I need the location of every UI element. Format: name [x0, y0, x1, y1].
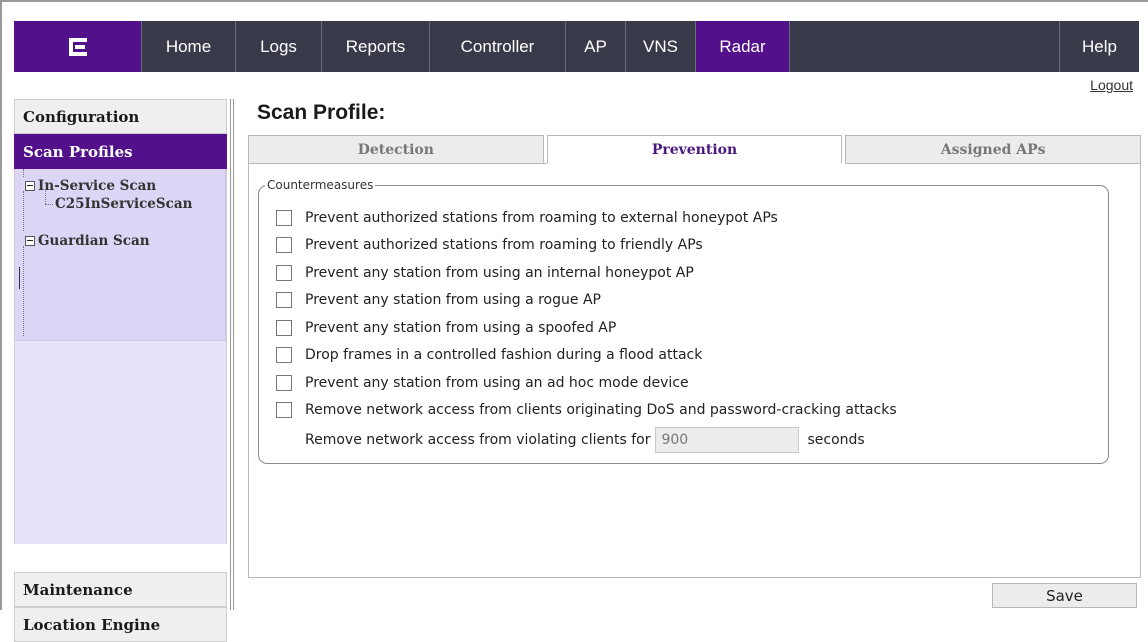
text-caret — [19, 267, 20, 289]
tab-prevention[interactable]: Prevention — [546, 135, 843, 164]
option-label: Prevent authorized stations from roaming… — [305, 237, 703, 253]
brand-logo[interactable] — [14, 21, 142, 72]
tree-panel — [15, 169, 226, 341]
tree-line — [23, 191, 24, 231]
nav-ap[interactable]: AP — [566, 21, 626, 72]
option-checkbox[interactable] — [276, 320, 292, 336]
sidebar-configuration[interactable]: Configuration — [14, 99, 227, 134]
sidebar-location-engine[interactable]: Location Engine — [14, 607, 227, 642]
nav-help[interactable]: Help — [1060, 21, 1139, 72]
tree-node-label: C25InServiceScan — [55, 196, 193, 212]
option-row: Prevent any station from using a spoofed… — [276, 320, 616, 336]
tab-bar: Detection Prevention Assigned APs — [248, 135, 1142, 164]
sidebar-maintenance[interactable]: Maintenance — [14, 572, 227, 607]
option-checkbox[interactable] — [276, 265, 292, 281]
option-row: Remove network access from clients origi… — [276, 402, 897, 418]
option-row: Drop frames in a controlled fashion duri… — [276, 347, 702, 363]
nav-radar[interactable]: Radar — [696, 21, 790, 72]
collapse-icon[interactable] — [25, 236, 35, 246]
option-label: Prevent authorized stations from roaming… — [305, 210, 778, 226]
sidebar: Configuration Scan Profiles In-Service S… — [14, 99, 227, 642]
tree-line — [23, 169, 24, 177]
nav-logs[interactable]: Logs — [236, 21, 322, 72]
option-checkbox[interactable] — [276, 375, 292, 391]
tab-rule — [845, 163, 1141, 164]
nav-spacer — [790, 21, 1060, 72]
tree-line — [45, 204, 53, 205]
option-checkbox[interactable] — [276, 237, 292, 253]
tree-line — [45, 191, 46, 204]
tree-line — [23, 246, 24, 336]
nav-controller[interactable]: Controller — [430, 21, 566, 72]
sidebar-splitter[interactable] — [230, 99, 234, 610]
option-label: Prevent any station from using a spoofed… — [305, 320, 617, 336]
save-button[interactable]: Save — [992, 583, 1137, 608]
option-row: Prevent any station from using a rogue A… — [276, 292, 601, 308]
tree-node-label: In-Service Scan — [38, 178, 157, 194]
tree-node-label: Guardian Scan — [38, 233, 150, 249]
logout-link[interactable]: Logout — [1090, 77, 1133, 93]
option-label: Drop frames in a controlled fashion duri… — [305, 347, 703, 363]
collapse-icon[interactable] — [25, 181, 35, 191]
page-title: Scan Profile: — [257, 101, 386, 124]
remove-seconds-input[interactable] — [655, 427, 800, 453]
sidebar-scan-profiles[interactable]: Scan Profiles — [14, 134, 227, 169]
tab-detection[interactable]: Detection — [248, 135, 544, 164]
option-checkbox[interactable] — [276, 292, 292, 308]
scan-profile-tree: In-Service Scan C25InServiceScan Guardia… — [14, 169, 227, 544]
option-label: Prevent any station from using an intern… — [305, 265, 694, 281]
option-row: Prevent any station from using an intern… — [276, 265, 694, 281]
option-label: Remove network access from clients origi… — [305, 402, 897, 418]
option-row: Prevent authorized stations from roaming… — [276, 210, 778, 226]
nav-home[interactable]: Home — [142, 21, 236, 72]
option-checkbox[interactable] — [276, 347, 292, 363]
option-row: Prevent authorized stations from roaming… — [276, 237, 703, 253]
option-label: Prevent any station from using an ad hoc… — [305, 375, 689, 391]
extreme-logo-icon — [68, 37, 87, 56]
remove-access-label: Remove network access from violating cli… — [305, 432, 651, 448]
option-checkbox[interactable] — [276, 210, 292, 226]
top-nav: Home Logs Reports Controller AP VNS Rada… — [14, 21, 1139, 72]
option-row: Prevent any station from using an ad hoc… — [276, 375, 689, 391]
option-checkbox[interactable] — [276, 402, 292, 418]
countermeasures-legend: Countermeasures — [267, 178, 374, 192]
option-label: Prevent any station from using a rogue A… — [305, 292, 601, 308]
remove-access-row: Remove network access from violating cli… — [305, 427, 865, 453]
nav-reports[interactable]: Reports — [322, 21, 430, 72]
tab-rule — [248, 163, 547, 164]
nav-vns[interactable]: VNS — [626, 21, 696, 72]
tab-assigned-aps[interactable]: Assigned APs — [845, 135, 1142, 164]
tree-node-c25inservicescan[interactable]: C25InServiceScan — [55, 196, 192, 212]
seconds-unit-label: seconds — [807, 432, 865, 448]
tree-node-guardian-scan[interactable]: Guardian Scan — [25, 233, 150, 249]
